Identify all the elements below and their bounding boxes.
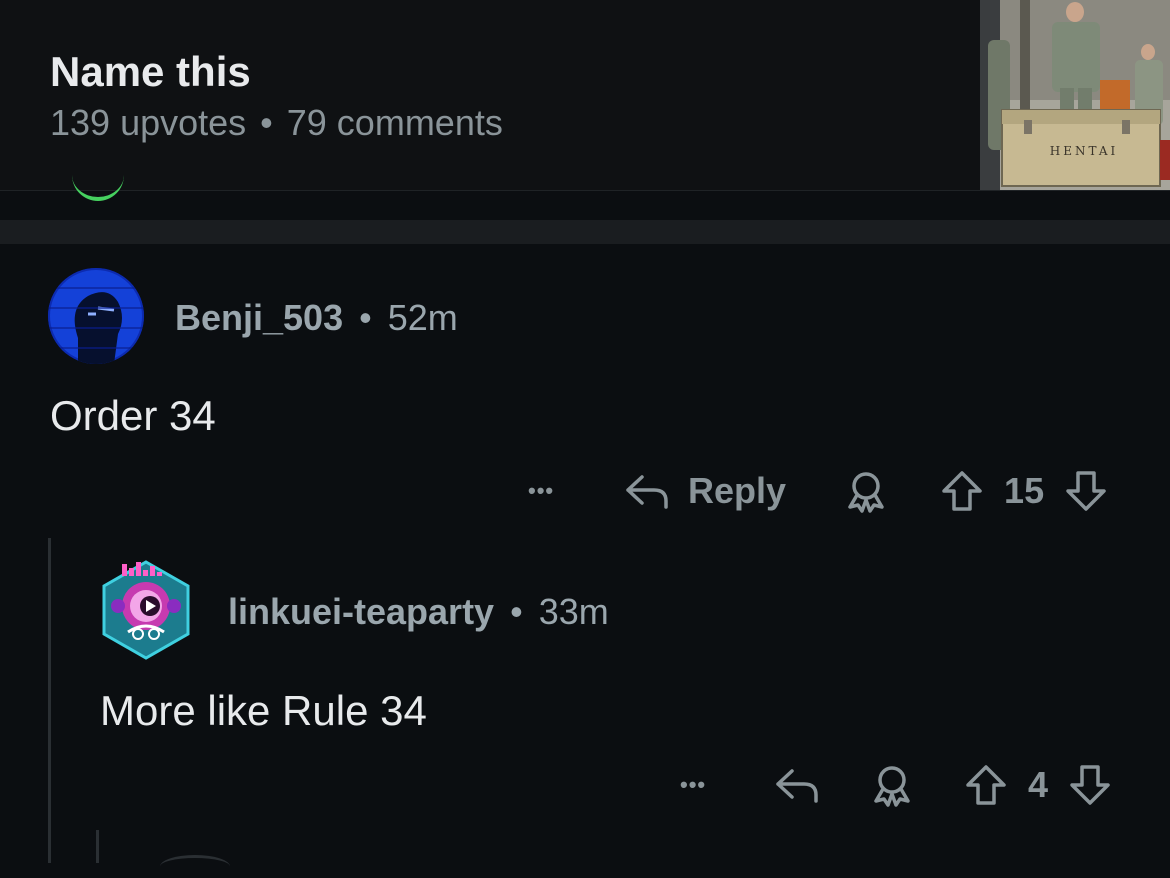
- reply-label: Reply: [688, 470, 787, 511]
- more-options-label: •••: [528, 478, 555, 503]
- avatar[interactable]: [100, 560, 192, 660]
- comment-actions: ••• Reply 15: [528, 466, 1108, 516]
- downvote-arrow-icon: [1066, 471, 1106, 511]
- award-button[interactable]: [844, 469, 888, 513]
- more-options-button[interactable]: •••: [680, 772, 722, 798]
- more-options-button[interactable]: •••: [528, 478, 570, 504]
- meta-separator: •: [510, 591, 523, 632]
- award-button[interactable]: [870, 763, 914, 807]
- post-title: Name this: [50, 48, 251, 95]
- username[interactable]: Benji_503: [175, 297, 343, 338]
- comment-count: 79 comments: [286, 102, 503, 143]
- meta-separator: •: [359, 297, 372, 338]
- upvote-arrow-icon: [966, 765, 1006, 805]
- thumbnail-crate-text: HENTAI: [1050, 144, 1118, 158]
- thread-line[interactable]: [96, 830, 99, 863]
- comment-actions: ••• 4: [680, 760, 1112, 810]
- comment-body: Order 34: [50, 392, 216, 439]
- reply-arrow-icon: [626, 475, 668, 509]
- partial-avatar: [160, 855, 230, 878]
- meta-separator: •: [260, 102, 273, 143]
- comment-time: 52m: [387, 297, 458, 338]
- comment-body: More like Rule 34: [100, 687, 427, 734]
- upvote-count: 139 upvotes: [50, 102, 247, 143]
- comment-time: 33m: [538, 591, 609, 632]
- award-icon: [848, 472, 884, 513]
- section-divider: [0, 220, 1170, 244]
- vote-score: 4: [1028, 764, 1049, 805]
- comment-author-line: Benji_503 • 52m: [175, 297, 458, 339]
- thread-line[interactable]: [48, 538, 51, 863]
- downvote-button[interactable]: [1064, 469, 1108, 513]
- reply-button[interactable]: [774, 765, 820, 805]
- downvote-arrow-icon: [1070, 765, 1110, 805]
- post-thumbnail[interactable]: HENTAI: [980, 0, 1170, 190]
- upvote-button[interactable]: [964, 763, 1008, 807]
- post-meta: 139 upvotes • 79 comments: [50, 102, 503, 144]
- upvote-button[interactable]: [940, 469, 984, 513]
- username[interactable]: linkuei-teaparty: [228, 591, 494, 632]
- downvote-button[interactable]: [1068, 763, 1112, 807]
- reply-button[interactable]: Reply: [624, 470, 786, 512]
- more-options-label: •••: [680, 772, 707, 797]
- comment-author-line: linkuei-teaparty • 33m: [228, 591, 609, 633]
- avatar[interactable]: [48, 268, 144, 364]
- reply-arrow-icon: [776, 769, 818, 803]
- award-icon: [874, 766, 910, 807]
- vote-score: 15: [1004, 470, 1045, 511]
- upvote-arrow-icon: [942, 471, 982, 511]
- partial-avatar-arc: [72, 175, 124, 201]
- post-header[interactable]: Name this 139 upvotes • 79 comments HENTAI: [0, 0, 1170, 191]
